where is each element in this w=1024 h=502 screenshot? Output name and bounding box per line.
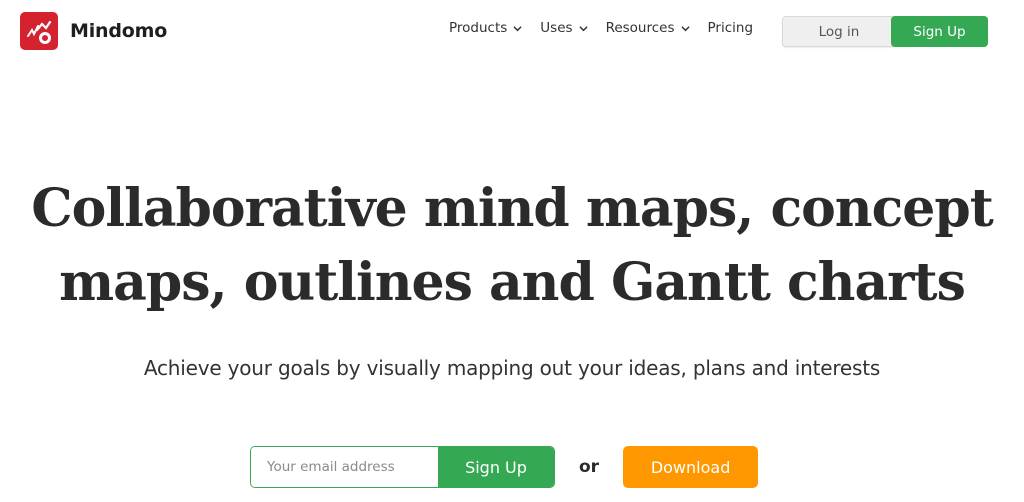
email-signup-button[interactable]: Sign Up	[438, 447, 554, 487]
nav-pricing-label: Pricing	[707, 20, 754, 36]
header-signup-button[interactable]: Sign Up	[891, 16, 988, 47]
email-signup-form: Sign Up	[250, 446, 555, 488]
or-separator: or	[579, 457, 600, 477]
chevron-down-icon	[513, 25, 522, 31]
hero-title: Collaborative mind maps, concept maps, o…	[0, 172, 1024, 320]
cta-section: Sign Up or Download	[250, 446, 759, 488]
nav-pricing[interactable]: Pricing	[708, 20, 754, 36]
hero-subtitle: Achieve your goals by visually mapping o…	[143, 356, 881, 380]
site-header: Mindomo Products Uses Resources Pricing …	[0, 0, 1024, 62]
mindomo-logo-icon	[20, 12, 58, 50]
main-nav: Products Uses Resources Pricing	[449, 20, 753, 36]
nav-uses[interactable]: Uses	[540, 20, 588, 36]
brand-name: Mindomo	[70, 20, 168, 42]
nav-products[interactable]: Products	[449, 20, 522, 36]
nav-resources-label: Resources	[605, 20, 675, 36]
login-button[interactable]: Log in	[782, 16, 896, 47]
chevron-down-icon	[680, 25, 690, 31]
email-input[interactable]	[251, 447, 438, 487]
download-button[interactable]: Download	[623, 446, 759, 488]
chevron-down-icon	[578, 25, 588, 31]
hero-title-line-2: maps, outlines and Gantt charts	[59, 252, 966, 313]
hero-title-line-1: Collaborative mind maps, concept	[31, 178, 993, 239]
nav-resources[interactable]: Resources	[606, 20, 690, 36]
nav-uses-label: Uses	[540, 20, 573, 36]
logo[interactable]: Mindomo	[20, 12, 167, 50]
nav-products-label: Products	[449, 20, 508, 36]
